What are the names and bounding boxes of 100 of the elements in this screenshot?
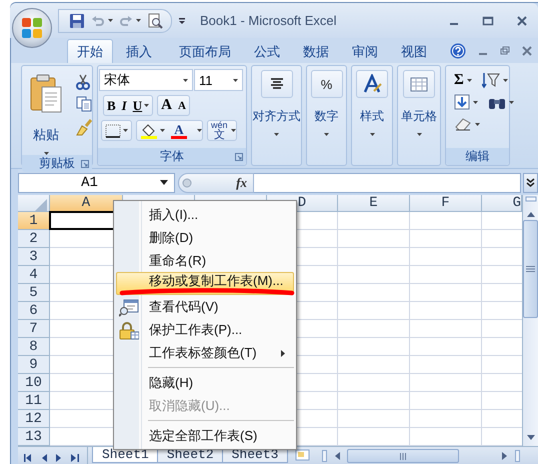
scroll-down-icon[interactable] bbox=[526, 434, 536, 442]
insert-sheet-icon[interactable] bbox=[294, 448, 312, 462]
fill-button[interactable] bbox=[454, 92, 478, 112]
format-painter-icon[interactable] bbox=[76, 118, 92, 136]
menu-item[interactable]: 隐藏(H) bbox=[116, 371, 294, 394]
font-name-dropdown[interactable]: 宋体 bbox=[99, 69, 193, 91]
horizontal-scroll-thumb[interactable] bbox=[347, 449, 459, 463]
print-preview-icon[interactable] bbox=[147, 12, 163, 28]
caret-icon[interactable] bbox=[108, 19, 113, 22]
caret-icon[interactable] bbox=[370, 133, 374, 136]
close-icon[interactable] bbox=[522, 46, 532, 56]
caret-icon[interactable] bbox=[230, 129, 236, 132]
ribbon-group-button[interactable]: 对齐方式 bbox=[252, 66, 301, 165]
ribbon-tab[interactable]: 开始 bbox=[67, 39, 113, 63]
split-handle-icon[interactable] bbox=[515, 450, 520, 462]
row-header[interactable]: 10 bbox=[18, 374, 50, 392]
submenu-arrow-icon[interactable] bbox=[281, 350, 285, 357]
formula-input[interactable] bbox=[254, 172, 521, 192]
row-header[interactable]: 4 bbox=[18, 266, 50, 284]
caret-icon[interactable] bbox=[144, 104, 150, 107]
code-window-icon[interactable] bbox=[119, 299, 139, 317]
next-sheet-icon[interactable] bbox=[56, 454, 62, 462]
scissors-icon[interactable] bbox=[76, 74, 90, 90]
column-header[interactable]: G bbox=[482, 195, 522, 212]
insert-function-button[interactable]: fx bbox=[236, 174, 247, 190]
vertical-scrollbar[interactable] bbox=[522, 195, 538, 446]
help-icon[interactable] bbox=[450, 43, 466, 59]
restore-icon[interactable] bbox=[500, 46, 510, 56]
ribbon-tab[interactable]: 视图 bbox=[391, 39, 437, 63]
sort-filter-button[interactable] bbox=[482, 70, 508, 90]
row-header[interactable]: 11 bbox=[18, 392, 50, 410]
autosum-button[interactable]: Σ bbox=[454, 70, 472, 90]
row-header[interactable]: 3 bbox=[18, 248, 50, 266]
customize-toolbar-icon[interactable] bbox=[178, 16, 186, 24]
column-header[interactable]: F bbox=[410, 195, 482, 212]
font-size-dropdown[interactable]: 11 bbox=[194, 69, 243, 91]
ribbon-group-button[interactable]: % 数字 bbox=[307, 66, 346, 165]
save-icon[interactable] bbox=[69, 12, 85, 28]
scroll-up-icon[interactable] bbox=[526, 210, 536, 218]
ribbon-tab[interactable]: 插入 bbox=[116, 39, 162, 63]
menu-item[interactable]: 工作表标签颜色(T) bbox=[116, 341, 294, 364]
padlock-icon[interactable] bbox=[119, 322, 139, 340]
caret-icon[interactable] bbox=[136, 19, 141, 22]
bold-button[interactable]: B bbox=[104, 96, 119, 115]
row-header[interactable]: 6 bbox=[18, 302, 50, 320]
ribbon-tab[interactable]: 数据 bbox=[293, 39, 339, 63]
dropdown-arrow-icon[interactable] bbox=[160, 180, 168, 185]
row-header[interactable]: 5 bbox=[18, 284, 50, 302]
dialog-launcher-icon[interactable] bbox=[235, 153, 243, 161]
name-box[interactable]: A1 bbox=[18, 172, 175, 192]
resize-handle-icon[interactable] bbox=[182, 178, 192, 188]
scroll-right-icon[interactable] bbox=[501, 451, 509, 461]
copy-icon[interactable] bbox=[76, 96, 92, 112]
caret-icon[interactable] bbox=[509, 100, 514, 104]
menu-item[interactable]: 查看代码(V) bbox=[116, 295, 294, 318]
ribbon-group-button[interactable]: 单元格 bbox=[398, 66, 440, 165]
caret-icon[interactable] bbox=[197, 129, 202, 132]
caret-icon[interactable] bbox=[473, 100, 478, 104]
row-header[interactable]: 1 bbox=[18, 212, 50, 230]
caret-icon[interactable] bbox=[502, 78, 508, 82]
menu-item[interactable]: 删除(D) bbox=[116, 226, 294, 249]
italic-button[interactable]: I bbox=[118, 96, 130, 115]
underline-button[interactable]: U bbox=[130, 96, 152, 115]
caret-icon[interactable] bbox=[416, 133, 422, 136]
caret-icon[interactable] bbox=[324, 133, 329, 136]
row-header[interactable]: 9 bbox=[18, 356, 50, 374]
last-sheet-icon[interactable] bbox=[71, 454, 79, 462]
previous-sheet-icon[interactable] bbox=[41, 454, 47, 462]
split-handle-icon[interactable] bbox=[322, 450, 327, 462]
close-icon[interactable] bbox=[516, 14, 528, 26]
caret-icon[interactable] bbox=[475, 122, 480, 126]
row-header[interactable]: 2 bbox=[18, 230, 50, 248]
row-header[interactable]: 8 bbox=[18, 338, 50, 356]
row-header[interactable]: 12 bbox=[18, 410, 50, 428]
first-sheet-icon[interactable] bbox=[24, 454, 32, 462]
ribbon-tab[interactable]: 审阅 bbox=[342, 39, 388, 63]
row-header[interactable]: 13 bbox=[18, 428, 50, 446]
caret-icon[interactable] bbox=[160, 129, 165, 132]
caret-icon[interactable] bbox=[274, 133, 279, 136]
split-handle-icon[interactable] bbox=[524, 196, 536, 202]
menu-item[interactable]: 移动或复制工作表(M)... bbox=[116, 272, 294, 295]
row-header[interactable]: 7 bbox=[18, 320, 50, 338]
caret-icon[interactable] bbox=[233, 78, 238, 82]
menu-item[interactable]: 选定全部工作表(S) bbox=[116, 424, 294, 447]
caret-icon[interactable] bbox=[466, 78, 472, 82]
shrink-font-button[interactable]: A bbox=[174, 96, 189, 115]
ribbon-tab[interactable]: 页面布局 bbox=[169, 39, 241, 63]
column-header[interactable]: E bbox=[338, 195, 410, 212]
maximize-icon[interactable] bbox=[482, 14, 494, 26]
menu-item[interactable]: 保护工作表(P)... bbox=[116, 318, 294, 341]
dialog-launcher-icon[interactable] bbox=[81, 160, 89, 168]
ribbon-tab[interactable]: 公式 bbox=[244, 39, 290, 63]
ribbon-group-button[interactable]: 样式 bbox=[352, 66, 392, 165]
caret-icon[interactable] bbox=[183, 78, 188, 82]
grow-font-button[interactable]: A bbox=[158, 96, 175, 115]
caret-icon[interactable] bbox=[123, 129, 128, 132]
menu-item[interactable]: 重命名(R) bbox=[116, 249, 294, 272]
expand-formula-bar-button[interactable] bbox=[523, 172, 538, 192]
scroll-thumb[interactable] bbox=[523, 220, 538, 318]
scroll-left-icon[interactable] bbox=[333, 451, 341, 461]
